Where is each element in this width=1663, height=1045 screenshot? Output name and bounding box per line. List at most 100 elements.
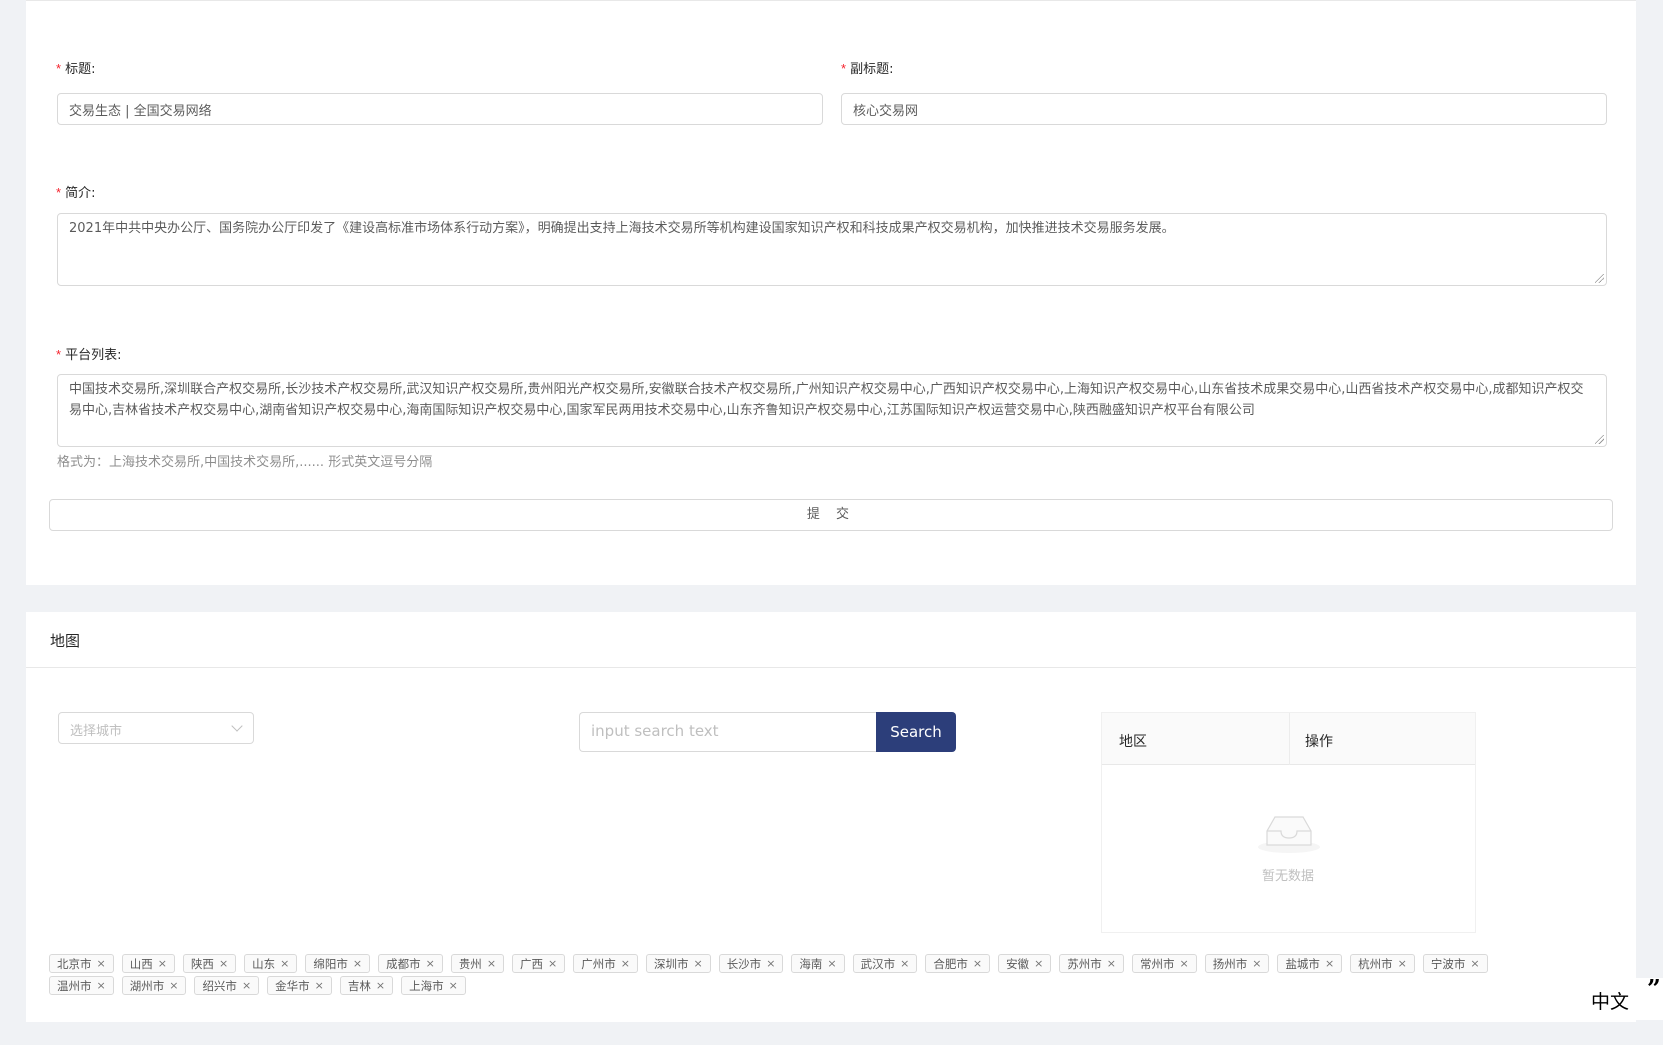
city-tag-label: 成都市 — [386, 956, 421, 971]
search-button[interactable]: Search — [876, 712, 956, 752]
close-icon[interactable]: × — [693, 957, 702, 970]
city-tag-label: 陕西 — [190, 956, 214, 971]
city-tag: 北京市 × — [49, 954, 114, 973]
city-tag-label: 北京市 — [57, 956, 92, 971]
close-icon[interactable]: × — [280, 957, 289, 970]
city-tag-label: 深圳市 — [653, 956, 689, 971]
city-select-placeholder: 选择城市 — [70, 724, 123, 739]
city-tag-label: 绍兴市 — [202, 978, 237, 993]
empty-state-text: 暂无数据 — [1262, 869, 1315, 884]
city-tag: 山东 × — [244, 954, 298, 973]
close-icon[interactable]: × — [449, 979, 458, 992]
city-tag-label: 杭州市 — [1358, 956, 1393, 971]
city-tag-label: 金华市 — [275, 978, 310, 993]
city-tag-label: 湖州市 — [129, 978, 165, 993]
inbox-icon — [1258, 816, 1320, 853]
search-input[interactable]: input search text — [579, 712, 876, 752]
intro-label-text: 简介: — [65, 186, 96, 201]
city-tag: 金华市 × — [267, 976, 332, 995]
close-icon[interactable]: × — [1107, 957, 1116, 970]
close-icon[interactable]: × — [376, 979, 385, 992]
close-icon[interactable]: × — [766, 957, 775, 970]
close-icon[interactable]: × — [315, 979, 324, 992]
chevron-down-icon — [231, 720, 243, 732]
city-tag: 常州市 × — [1132, 954, 1197, 973]
column-header-action: 操作 — [1305, 734, 1333, 750]
intro-field-label: * 简介: — [56, 182, 95, 201]
subtitle-field-label: * 副标题: — [841, 58, 893, 77]
close-icon[interactable]: × — [621, 957, 630, 970]
submit-button[interactable]: 提 交 — [49, 499, 1613, 531]
map-card-title: 地图 — [50, 632, 81, 650]
city-select[interactable]: 选择城市 — [58, 712, 254, 744]
language-switch[interactable]: 中文 ” — [1571, 974, 1663, 1020]
column-header-region: 地区 — [1119, 734, 1147, 750]
city-tag: 温州市 × — [49, 976, 114, 995]
title-input[interactable]: 交易生态 | 全国交易网络 — [57, 93, 823, 125]
city-tag-label: 武汉市 — [860, 956, 896, 971]
close-icon[interactable]: × — [1252, 957, 1261, 970]
close-icon[interactable]: × — [169, 979, 178, 992]
city-tag-label: 广州市 — [581, 956, 616, 971]
city-tag: 湖州市 × — [121, 976, 187, 995]
title-field-label: * 标题: — [56, 58, 95, 77]
close-icon[interactable]: × — [158, 957, 167, 970]
city-tag-label: 苏州市 — [1067, 956, 1102, 971]
close-icon[interactable]: × — [827, 957, 836, 970]
close-icon[interactable]: × — [1398, 957, 1407, 970]
intro-textarea[interactable]: 2021年中共中央办公厅、国务院办公厅印发了《建设高标准市场体系行动方案》，明确… — [57, 213, 1607, 286]
required-mark: * — [56, 61, 62, 76]
intro-text: 2021年中共中央办公厅、国务院办公厅印发了《建设高标准市场体系行动方案》，明确… — [69, 221, 1175, 236]
city-tag-label: 贵州 — [458, 956, 482, 971]
city-tag-label: 长沙市 — [726, 956, 762, 971]
city-tag: 深圳市 × — [645, 954, 711, 973]
quote-icon: ” — [1647, 974, 1661, 1003]
city-tag: 成都市 × — [378, 954, 443, 973]
close-icon[interactable]: × — [1325, 957, 1334, 970]
close-icon[interactable]: × — [97, 979, 106, 992]
close-icon[interactable]: × — [1034, 957, 1043, 970]
platforms-label-text: 平台列表: — [65, 348, 122, 363]
required-mark: * — [841, 61, 847, 76]
close-icon[interactable]: × — [219, 957, 228, 970]
city-tag: 宁波市 × — [1422, 954, 1488, 973]
resize-handle-icon[interactable] — [1595, 274, 1604, 283]
city-tag: 长沙市 × — [718, 954, 784, 973]
city-tag: 吉林 × — [339, 976, 394, 995]
region-table-header: 地区 操作 — [1102, 713, 1475, 765]
required-mark: * — [56, 347, 62, 362]
city-tag: 广西 × — [512, 954, 566, 973]
city-tag-label: 盐城市 — [1285, 956, 1320, 971]
close-icon[interactable]: × — [1180, 957, 1189, 970]
city-tag: 扬州市 × — [1204, 954, 1270, 973]
city-tag: 盐城市 × — [1277, 954, 1343, 973]
close-icon[interactable]: × — [242, 979, 251, 992]
close-icon[interactable]: × — [973, 957, 982, 970]
city-tag-label: 温州市 — [57, 978, 92, 993]
city-tag: 广州市 × — [573, 954, 638, 973]
platforms-text: 中国技术交易所,深圳联合产权交易所,长沙技术产权交易所,武汉知识产权交易所,贵州… — [69, 382, 1584, 418]
close-icon[interactable]: × — [97, 957, 106, 970]
close-icon[interactable]: × — [487, 957, 496, 970]
city-tag-label: 山东 — [252, 956, 276, 971]
city-tag-label: 山西 — [129, 956, 153, 971]
settings-form-card: * 标题: 交易生态 | 全国交易网络 * 副标题: 核心交易网 * 简介: 2021… — [26, 0, 1636, 585]
close-icon[interactable]: × — [353, 957, 362, 970]
city-tag: 杭州市 × — [1350, 954, 1415, 973]
city-tag: 陕西 × — [182, 954, 237, 973]
city-tag-label: 安徽 — [1006, 956, 1030, 971]
close-icon[interactable]: × — [900, 957, 909, 970]
resize-handle-icon[interactable] — [1595, 435, 1604, 444]
close-icon[interactable]: × — [1470, 957, 1479, 970]
city-tag-list: 北京市 × 山西 × 陕西 × 山东 × 绵阳市 × 成都市 × 贵州 × 广西 × 广州市 × 深圳市 × 长沙市 × 海… — [49, 954, 1529, 995]
city-tag-label: 合肥市 — [933, 956, 968, 971]
platforms-textarea[interactable]: 中国技术交易所,深圳联合产权交易所,长沙技术产权交易所,武汉知识产权交易所,贵州… — [57, 374, 1607, 447]
required-mark: * — [56, 185, 62, 200]
close-icon[interactable]: × — [426, 957, 435, 970]
city-tag-label: 广西 — [520, 956, 544, 971]
city-tag: 山西 × — [121, 954, 175, 973]
city-tag: 安徽 × — [998, 954, 1052, 973]
city-tag: 武汉市 × — [852, 954, 918, 973]
close-icon[interactable]: × — [548, 957, 557, 970]
subtitle-input[interactable]: 核心交易网 — [841, 93, 1607, 125]
